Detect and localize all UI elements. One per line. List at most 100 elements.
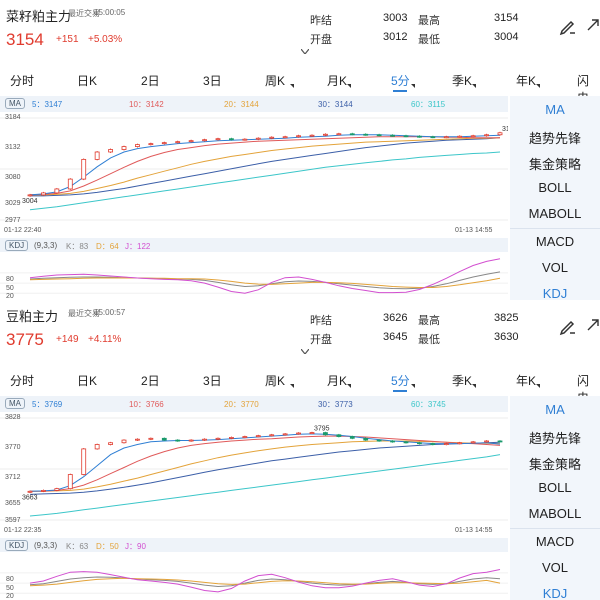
- indicator-kdj[interactable]: KDJ: [510, 586, 600, 600]
- candle-body: [363, 133, 369, 136]
- ma5-line: [29, 134, 501, 196]
- candle-body: [161, 142, 167, 145]
- tab-日K[interactable]: 日K: [77, 372, 97, 389]
- kdj-indicator-pill[interactable]: KDJ: [5, 240, 29, 251]
- tab-分时[interactable]: 分时: [10, 372, 34, 389]
- tab-2日[interactable]: 2日: [141, 72, 160, 89]
- ma60-line: [29, 454, 501, 517]
- tab-3日[interactable]: 3日: [203, 72, 222, 89]
- candle-body: [282, 136, 288, 139]
- ma20-line: [30, 440, 501, 492]
- indicator-kdj[interactable]: KDJ: [510, 286, 600, 300]
- kdj-legend: KDJ (9,3,3) K：63 D：50 J：90: [0, 538, 508, 552]
- y-tick-2: 3770: [5, 444, 21, 451]
- candle-body: [296, 432, 301, 435]
- draw-pen-icon[interactable]: [558, 16, 578, 36]
- tab-月K[interactable]: 月K: [327, 372, 347, 389]
- kdj-tick-20: 20: [6, 593, 14, 600]
- indicator-boll[interactable]: BOLL: [510, 480, 600, 495]
- y-tick-4: 3655: [5, 500, 21, 507]
- tab-5分[interactable]: 5分: [391, 372, 410, 389]
- y-tick-2: 3132: [5, 144, 21, 151]
- y-tick-max: 3184: [5, 114, 21, 121]
- candle-body: [484, 440, 489, 443]
- candle-body: [161, 437, 167, 441]
- tab-月K[interactable]: 月K: [327, 72, 347, 89]
- expand-caret-icon[interactable]: [301, 349, 309, 354]
- rapeseed-meal-panel: 菜籽粕主力 最近交易 15:00:05 3154 +151 +5.03% 昨结 …: [0, 0, 600, 300]
- tab-5分[interactable]: 5分: [391, 72, 410, 89]
- indicator-ma[interactable]: MA: [510, 402, 600, 417]
- sidebar-divider: [510, 228, 600, 229]
- ma60-line: [29, 151, 501, 211]
- indicator-集金策略[interactable]: 集金策略: [510, 454, 600, 473]
- candle-body: [148, 143, 154, 146]
- ma30-line: [30, 137, 501, 197]
- candle-body: [349, 436, 355, 439]
- tab-3日[interactable]: 3日: [203, 372, 222, 389]
- candle-body: [202, 139, 207, 142]
- kline-chart[interactable]: MA 5：3147 10：3142 20：3144 30：3144 60：311…: [0, 96, 508, 300]
- y-tick-min: 2977: [5, 217, 21, 224]
- expand-caret-icon[interactable]: [301, 49, 309, 54]
- indicator-集金策略[interactable]: 集金策略: [510, 154, 600, 173]
- tab-日K[interactable]: 日K: [77, 72, 97, 89]
- tab-dropdown-triangle-icon: [536, 384, 540, 388]
- indicator-macd[interactable]: MACD: [510, 234, 600, 249]
- more-arrow-icon[interactable]: [586, 18, 600, 32]
- tab-季K[interactable]: 季K: [452, 72, 472, 89]
- candle-body: [309, 432, 315, 434]
- active-tab-underline: [393, 90, 407, 92]
- tab-分时[interactable]: 分时: [10, 72, 34, 89]
- candle-body: [81, 158, 87, 180]
- kdj-tick-80: 80: [6, 576, 14, 583]
- tab-周K[interactable]: 周K: [265, 72, 285, 89]
- draw-pen-icon[interactable]: [558, 316, 578, 336]
- candle-body: [470, 135, 476, 138]
- candle-body: [94, 444, 100, 450]
- tab-2日[interactable]: 2日: [141, 372, 160, 389]
- candle-body: [443, 443, 449, 446]
- candle-body: [282, 433, 288, 436]
- kdj-k-label: K：63: [66, 542, 89, 551]
- low-label: 最低: [418, 34, 440, 46]
- indicator-ma[interactable]: MA: [510, 102, 600, 117]
- open-value: 3012: [383, 31, 408, 43]
- contract-title[interactable]: 豆粕主力: [6, 306, 58, 325]
- prev-settle-label: 昨结: [310, 315, 332, 327]
- tab-dropdown-triangle-icon: [347, 384, 351, 388]
- tab-dropdown-triangle-icon: [411, 384, 415, 388]
- indicator-maboll[interactable]: MABOLL: [510, 206, 600, 221]
- candle-body: [296, 135, 301, 138]
- indicator-趋势先锋[interactable]: 趋势先锋: [510, 128, 600, 147]
- price-change: +151: [56, 34, 79, 45]
- kdj-indicator-pill[interactable]: KDJ: [5, 540, 29, 551]
- indicator-vol[interactable]: VOL: [510, 260, 600, 275]
- candle-body: [242, 138, 248, 141]
- tab-dropdown-triangle-icon: [411, 84, 415, 88]
- more-arrow-icon[interactable]: [586, 318, 600, 332]
- indicator-趋势先锋[interactable]: 趋势先锋: [510, 428, 600, 447]
- tab-年K[interactable]: 年K: [516, 72, 536, 89]
- ma5-line: [29, 433, 501, 492]
- candle-body: [390, 440, 395, 443]
- indicator-vol[interactable]: VOL: [510, 560, 600, 575]
- low-marker-label: 3004: [22, 198, 38, 205]
- prev-settle-value: 3003: [383, 12, 408, 24]
- tab-周K[interactable]: 周K: [265, 372, 285, 389]
- indicator-macd[interactable]: MACD: [510, 534, 600, 549]
- candle-body: [403, 135, 409, 138]
- tab-季K[interactable]: 季K: [452, 372, 472, 389]
- contract-title[interactable]: 菜籽粕主力: [6, 6, 71, 25]
- kdj-j-label: J：90: [125, 542, 146, 551]
- candle-body: [121, 439, 127, 444]
- ma10-line: [29, 136, 500, 196]
- kline-chart[interactable]: MA 5：3769 10：3766 20：3770 30：3773 60：374…: [0, 396, 508, 600]
- candle-body: [376, 134, 382, 137]
- candle-body: [175, 439, 181, 442]
- indicator-boll[interactable]: BOLL: [510, 180, 600, 195]
- tab-dropdown-triangle-icon: [536, 84, 540, 88]
- tab-年K[interactable]: 年K: [516, 372, 536, 389]
- candle-body: [336, 133, 342, 136]
- indicator-maboll[interactable]: MABOLL: [510, 506, 600, 521]
